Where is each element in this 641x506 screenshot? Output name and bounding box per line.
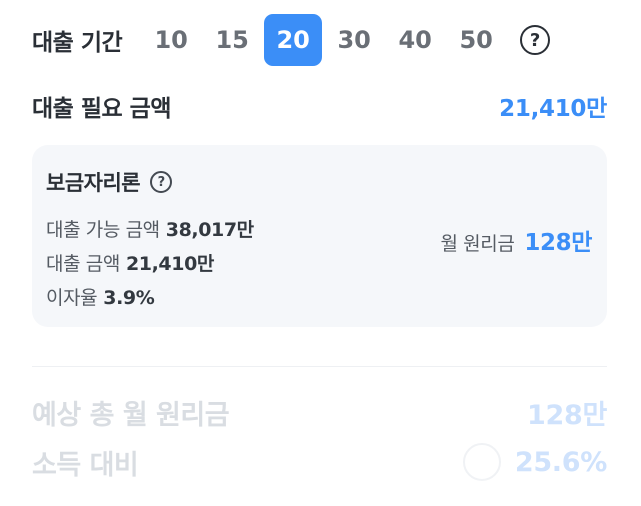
period-option-20[interactable]: 20 bbox=[264, 14, 323, 66]
required-amount-value[interactable]: 21,410만 bbox=[499, 89, 607, 123]
monthly-payment-label: 월 원리금 bbox=[440, 233, 515, 255]
bottom-fade-overlay bbox=[0, 478, 641, 506]
period-option-50[interactable]: 50 bbox=[447, 14, 505, 66]
income-ratio-value: 25.6% bbox=[514, 446, 607, 478]
period-option-40[interactable]: 40 bbox=[386, 14, 444, 66]
monthly-payment-value: 128만 bbox=[524, 230, 592, 256]
ratio-indicator-icon bbox=[462, 443, 501, 481]
period-option-30[interactable]: 30 bbox=[325, 14, 383, 66]
interest-rate-label: 이자율 bbox=[46, 287, 98, 309]
total-monthly-label: 예상 총 월 원리금 bbox=[32, 399, 230, 431]
income-ratio-row: 소득 대비 25.6% bbox=[32, 442, 607, 482]
loan-period-row: 대출 기간 10 15 20 30 40 50 ? bbox=[32, 14, 551, 66]
loan-amount-label: 대출 금액 bbox=[46, 253, 120, 275]
question-circle-icon[interactable]: ? bbox=[150, 171, 173, 193]
loan-amount-value: 21,410만 bbox=[125, 253, 214, 275]
period-option-15[interactable]: 15 bbox=[203, 14, 261, 66]
available-amount-label: 대출 가능 금액 bbox=[46, 219, 160, 241]
monthly-payment: 월 원리금 128만 bbox=[440, 223, 592, 257]
interest-rate-value: 3.9% bbox=[103, 287, 155, 309]
loan-amount-line: 대출 금액 21,410만 bbox=[46, 249, 214, 276]
total-monthly-value: 128만 bbox=[527, 399, 607, 431]
product-name: 보금자리론 bbox=[46, 171, 141, 195]
required-amount-row: 대출 필요 금액 21,410만 bbox=[32, 88, 607, 124]
income-ratio-label: 소득 대비 bbox=[32, 449, 139, 481]
product-title: 보금자리론 ? bbox=[46, 167, 173, 197]
available-amount-line: 대출 가능 금액 38,017만 bbox=[46, 215, 254, 242]
required-amount-label: 대출 필요 금액 bbox=[32, 96, 171, 122]
period-option-10[interactable]: 10 bbox=[142, 14, 200, 66]
available-amount-value: 38,017만 bbox=[165, 219, 254, 241]
interest-rate-line: 이자율 3.9% bbox=[46, 283, 155, 310]
loan-calculator-screen: 대출 기간 10 15 20 30 40 50 ? 대출 필요 금액 21,41… bbox=[0, 0, 641, 506]
income-ratio-right: 25.6% bbox=[462, 443, 607, 481]
loan-period-label: 대출 기간 bbox=[32, 30, 123, 56]
question-circle-icon[interactable]: ? bbox=[520, 25, 551, 55]
total-monthly-row: 예상 총 월 원리금 128만 bbox=[32, 392, 607, 432]
loan-product-card[interactable]: 보금자리론 ? 대출 가능 금액 38,017만 대출 금액 21,410만 이자율… bbox=[32, 145, 607, 327]
section-divider bbox=[32, 366, 607, 367]
